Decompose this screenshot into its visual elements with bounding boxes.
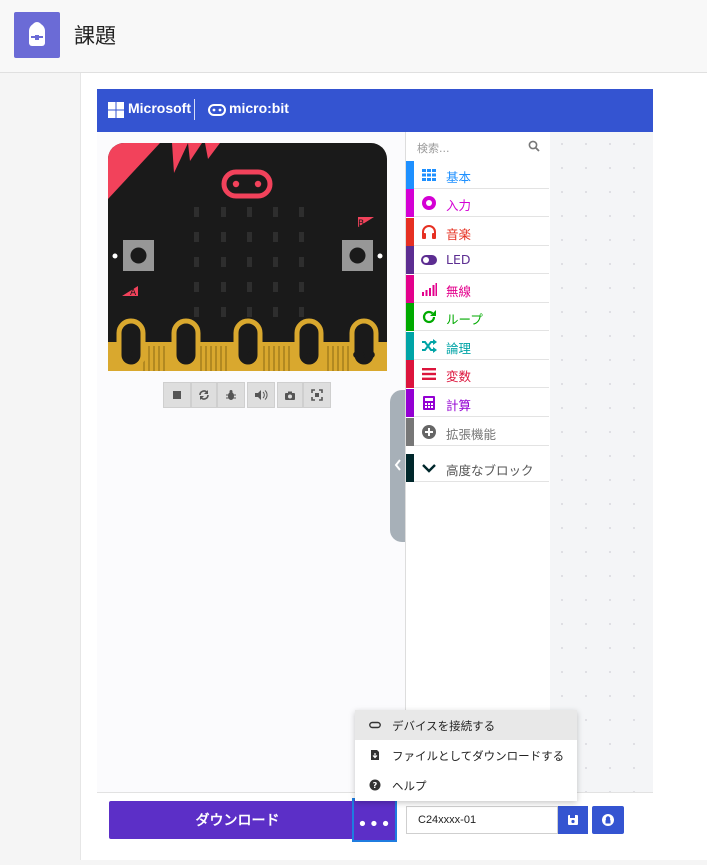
search-icon[interactable] [528, 140, 540, 152]
header-divider [194, 99, 195, 120]
category-label: 基本 [446, 170, 472, 185]
chevron-left-icon [394, 459, 401, 471]
github-button[interactable] [592, 806, 624, 834]
save-button[interactable] [558, 806, 588, 834]
stop-icon [173, 391, 181, 399]
pin-label-3v: 3V [302, 350, 317, 361]
shuffle-icon [422, 339, 437, 353]
menu-item-label: デバイスを接続する [392, 719, 496, 733]
debug-icon [226, 390, 236, 400]
fullscreen-button[interactable] [303, 382, 331, 408]
mute-button[interactable] [247, 382, 275, 408]
menu-item-help[interactable]: ? ヘルプ [355, 770, 577, 800]
pin-label-gnd: GND [353, 351, 375, 361]
link-icon [369, 721, 381, 729]
more-options-button[interactable]: ••• [352, 798, 397, 842]
menu-item-connect-device[interactable]: デバイスを接続する [355, 710, 577, 740]
more-options-menu: デバイスを接続する ファイルとしてダウンロードする ? ヘルプ [355, 710, 577, 801]
category-label: 計算 [446, 398, 472, 413]
button-b-label: B [358, 219, 364, 229]
toolbox-search[interactable]: 検索... [405, 132, 549, 160]
help-icon: ? [369, 779, 381, 791]
file-download-icon [371, 750, 379, 760]
simulator-toolbar [163, 382, 331, 408]
calculator-icon [423, 396, 435, 410]
github-icon [602, 814, 614, 826]
category-basic[interactable]: 基本 [406, 161, 549, 189]
blocks-workspace[interactable] [550, 132, 653, 792]
fullscreen-icon [311, 389, 323, 401]
menu-item-download-file[interactable]: ファイルとしてダウンロードする [355, 740, 577, 770]
backpack-icon [14, 12, 60, 58]
button-b[interactable] [342, 240, 373, 271]
svg-text:?: ? [373, 781, 378, 790]
screenshot-button[interactable] [277, 382, 303, 408]
headphones-icon [422, 225, 436, 239]
chevron-down-icon [422, 464, 436, 473]
category-label: 無線 [446, 284, 472, 299]
category-label: 拡張機能 [446, 427, 497, 442]
button-a-label: A [130, 288, 137, 298]
left-gutter [0, 73, 81, 865]
category-label: ループ [446, 312, 483, 327]
category-advanced[interactable]: 高度なブロック [406, 454, 549, 482]
category-loops[interactable]: ループ [406, 303, 549, 331]
microbit-brand-label[interactable]: micro:bit [229, 100, 289, 116]
page-title: 課題 [74, 24, 116, 48]
debug-button[interactable] [217, 382, 245, 408]
stop-button[interactable] [163, 382, 191, 408]
category-label: 変数 [446, 369, 472, 384]
screenshot-icon [285, 391, 295, 400]
simulator-collapse-tab[interactable] [390, 390, 406, 542]
signal-bars-icon [422, 283, 437, 296]
category-music[interactable]: 音楽 [406, 218, 549, 246]
category-input[interactable]: 入力 [406, 189, 549, 217]
grid-icon [422, 169, 436, 181]
project-name-input[interactable]: C24xxxx-01 [406, 806, 558, 834]
microbit-logo-icon [208, 104, 226, 116]
mute-icon [255, 390, 268, 400]
microsoft-logo-icon [108, 102, 124, 118]
button-a[interactable] [123, 240, 154, 271]
menu-item-label: ファイルとしてダウンロードする [392, 749, 565, 763]
category-variables[interactable]: 変数 [406, 360, 549, 388]
pin-label-0: 0 [128, 350, 135, 361]
category-label: 高度なブロック [446, 463, 534, 478]
download-button[interactable]: ダウンロード [109, 801, 366, 839]
category-label: 音楽 [446, 227, 472, 242]
menu-item-label: ヘルプ [392, 779, 427, 793]
page-bottom-strip [0, 860, 707, 865]
microbit-simulator-board[interactable]: A B 0 1 2 3V GND [108, 143, 387, 371]
toggle-icon [421, 255, 437, 265]
list-icon [422, 368, 436, 380]
category-extensions[interactable]: 拡張機能 [406, 418, 549, 446]
loop-icon [422, 310, 436, 324]
pin-label-2: 2 [245, 350, 252, 361]
category-led[interactable]: LED [406, 246, 549, 274]
top-app-bar: 課題 [0, 0, 707, 73]
input-circle-icon [422, 196, 436, 210]
category-logic[interactable]: 論理 [406, 332, 549, 360]
search-input[interactable]: 検索... [417, 140, 450, 156]
category-label: 論理 [446, 341, 472, 356]
category-radio[interactable]: 無線 [406, 275, 549, 303]
pin-label-1: 1 [183, 350, 190, 361]
save-icon [568, 815, 578, 825]
category-math[interactable]: 計算 [406, 389, 549, 417]
editor-header: Microsoft micro:bit [97, 89, 653, 132]
category-label: LED [446, 252, 471, 267]
more-dots-icon: ••• [357, 814, 392, 835]
restart-button[interactable] [191, 382, 217, 408]
restart-icon [199, 390, 209, 400]
plus-circle-icon [422, 425, 436, 439]
microsoft-brand-label: Microsoft [128, 100, 191, 116]
category-label: 入力 [446, 198, 472, 213]
